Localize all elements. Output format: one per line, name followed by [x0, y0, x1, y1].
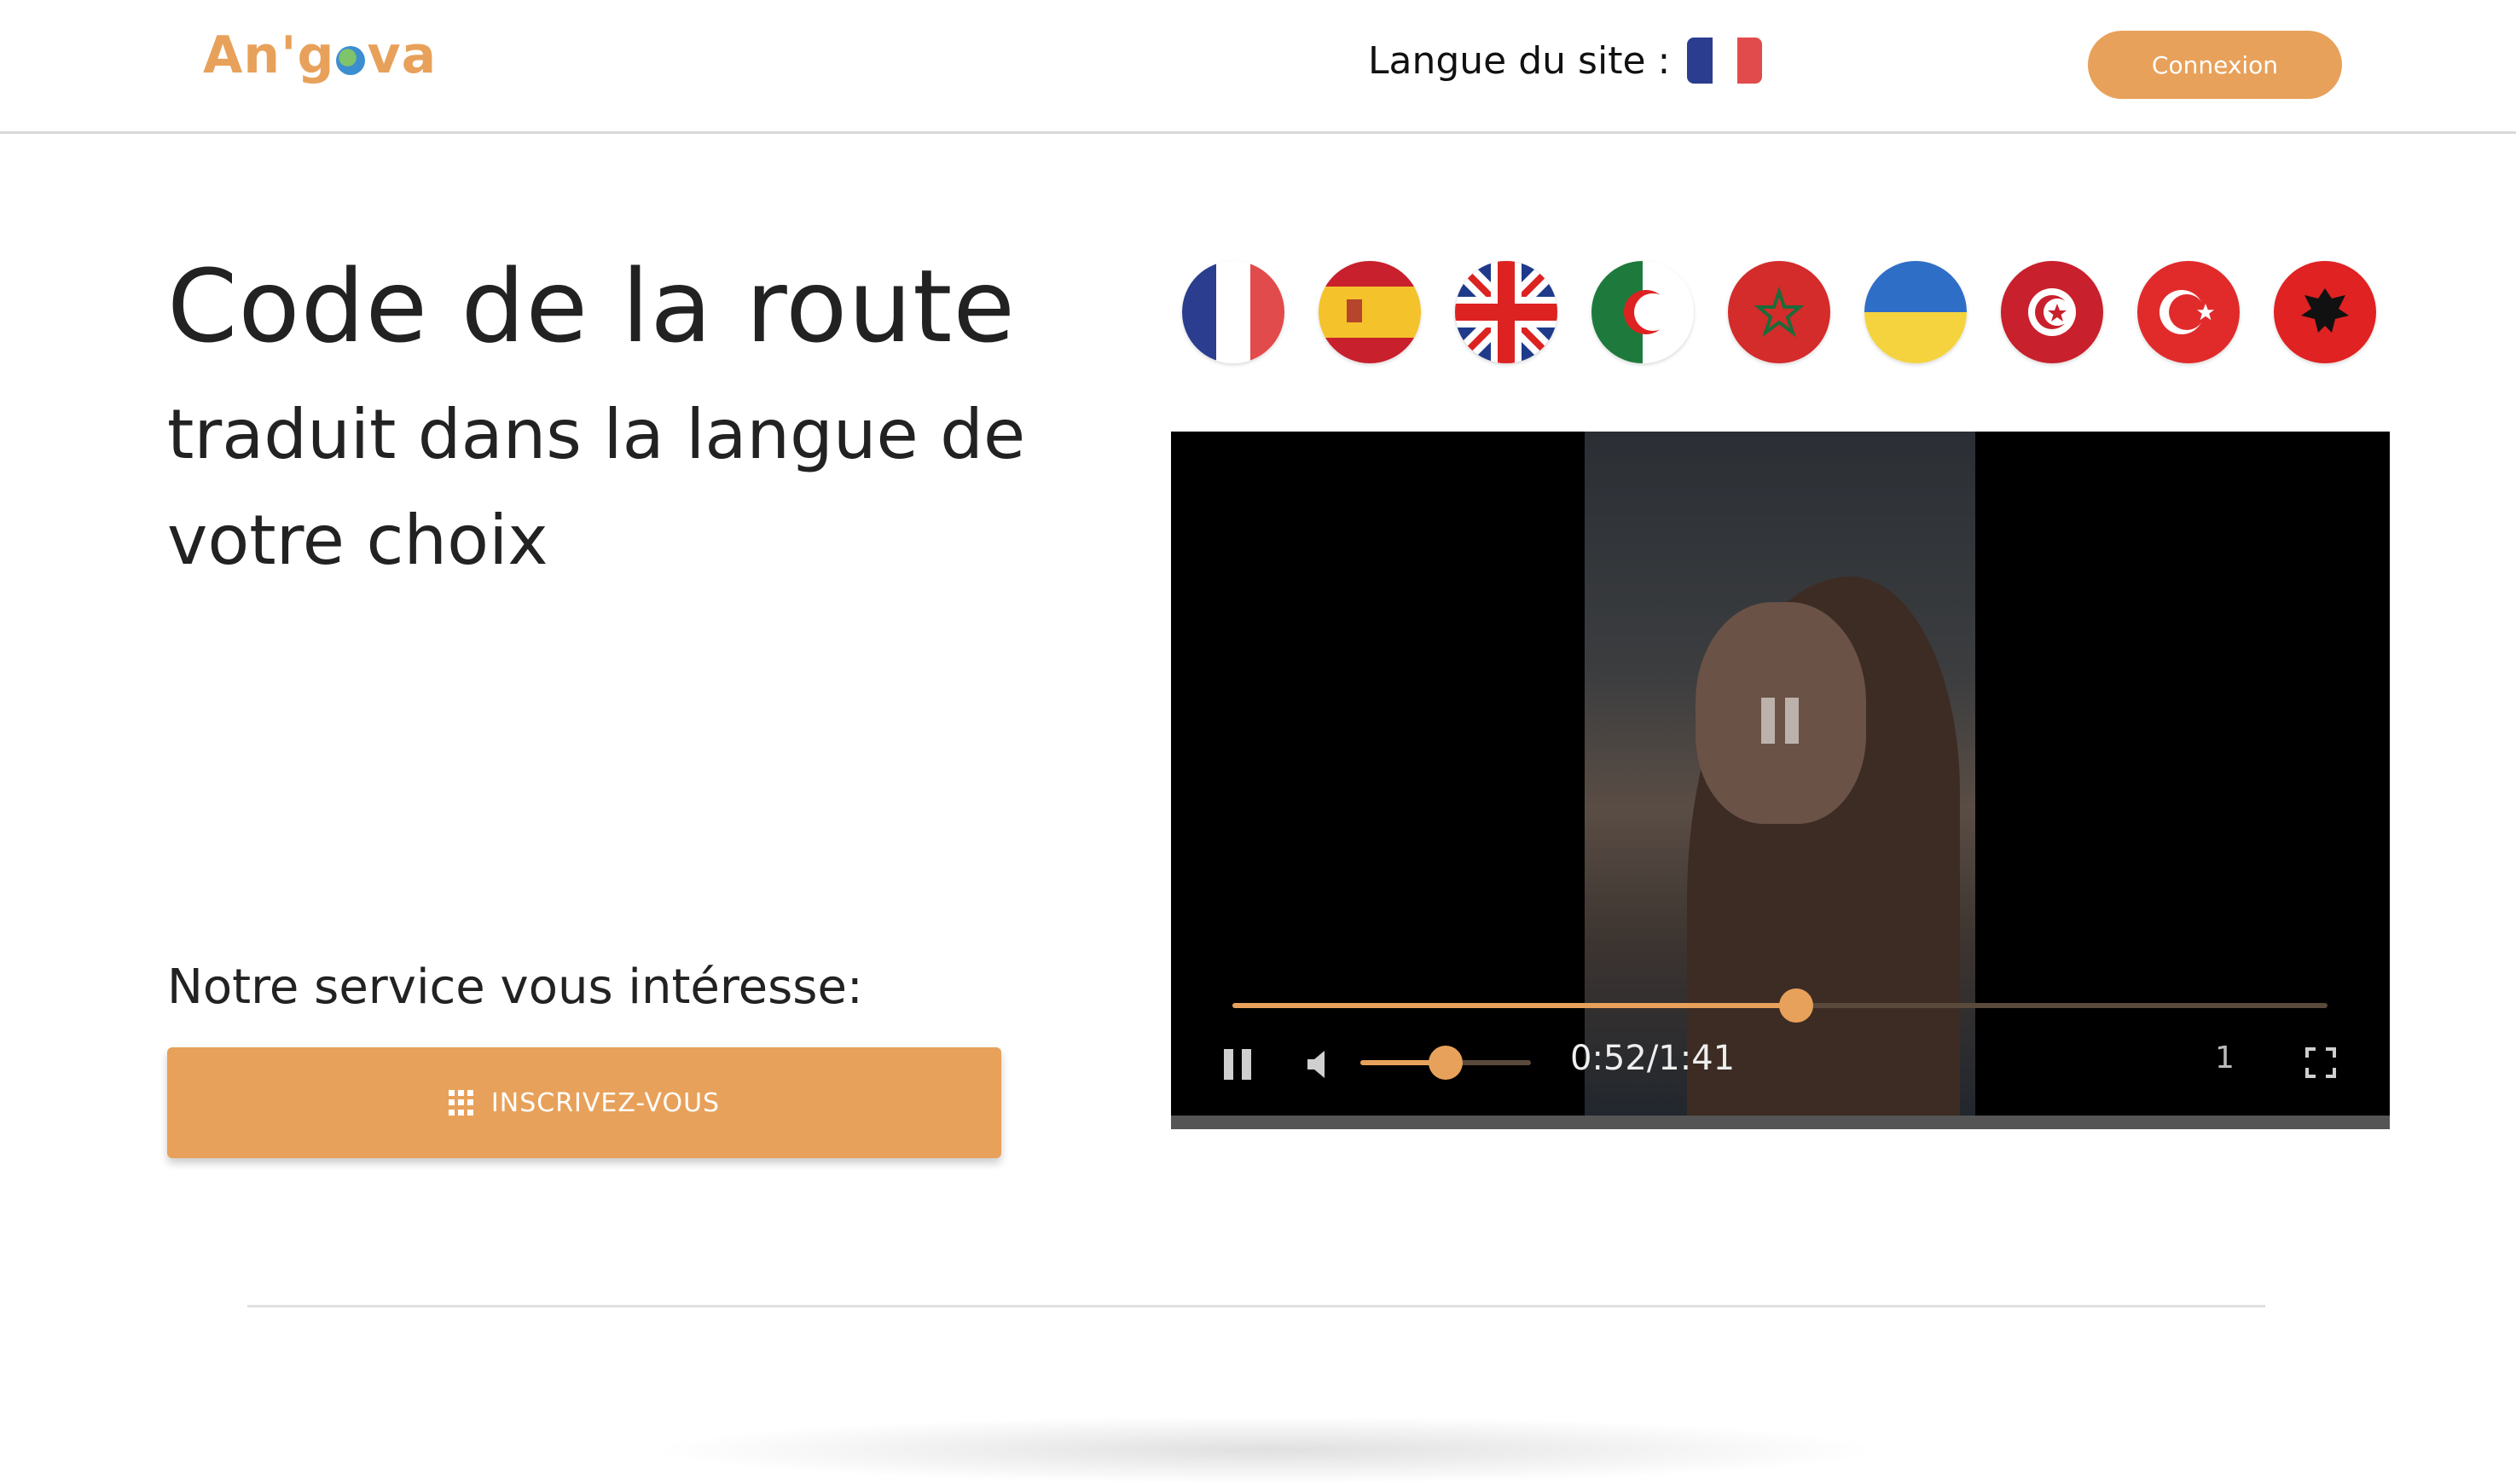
grid-icon: [448, 1090, 474, 1116]
spain-flag-icon[interactable]: [1319, 261, 1421, 363]
interest-text: Notre service vous intéresse:: [167, 959, 863, 1015]
albania-flag-icon[interactable]: [2274, 261, 2376, 363]
progress-bar[interactable]: [1232, 988, 2328, 1023]
globe-icon: [336, 46, 366, 75]
france-flag-icon[interactable]: [1182, 261, 1284, 363]
site-language-selector[interactable]: Langue du site :: [1368, 38, 1763, 84]
fullscreen-icon[interactable]: [2305, 1047, 2336, 1078]
progress-handle[interactable]: [1779, 988, 1814, 1023]
logo-text-end: va: [367, 26, 438, 85]
volume-slider[interactable]: [1360, 1046, 1531, 1080]
volume-icon[interactable]: [1306, 1047, 1331, 1081]
progress-fill: [1232, 1003, 1797, 1008]
video-player[interactable]: 0:52/1:41 1: [1171, 432, 2390, 1129]
france-flag-icon[interactable]: [1687, 38, 1763, 84]
card-shadow: [648, 1416, 1885, 1484]
login-button[interactable]: Connexion: [2088, 31, 2342, 99]
tunisia-flag-icon[interactable]: [2001, 261, 2103, 363]
morocco-flag-icon[interactable]: [1728, 261, 1830, 363]
video-bottom-bar: [1171, 1116, 2390, 1129]
center-pause-icon[interactable]: [1761, 698, 1799, 744]
ukraine-flag-icon[interactable]: [1864, 261, 1967, 363]
site-language-label: Langue du site :: [1368, 38, 1671, 83]
signup-label: INSCRIVEZ-VOUS: [490, 1087, 721, 1118]
page-title: Code de la route: [167, 247, 1016, 365]
turkey-flag-icon[interactable]: [2137, 261, 2240, 363]
algeria-flag-icon[interactable]: [1591, 261, 1694, 363]
pause-button[interactable]: [1224, 1049, 1251, 1080]
playback-speed[interactable]: 1: [2215, 1041, 2235, 1075]
section-divider: [247, 1305, 2265, 1307]
time-display: 0:52/1:41: [1570, 1039, 1736, 1078]
brand-logo[interactable]: An'g va: [203, 26, 437, 85]
signup-button[interactable]: INSCRIVEZ-VOUS: [167, 1047, 1001, 1158]
united-kingdom-flag-icon[interactable]: [1455, 261, 1557, 363]
volume-handle[interactable]: [1429, 1046, 1463, 1080]
top-header: An'g va Langue du site : Connexion: [0, 0, 2516, 134]
logo-text-start: An'g: [203, 26, 335, 85]
page-subtitle: traduit dans la langue de votre choix: [167, 395, 1026, 580]
